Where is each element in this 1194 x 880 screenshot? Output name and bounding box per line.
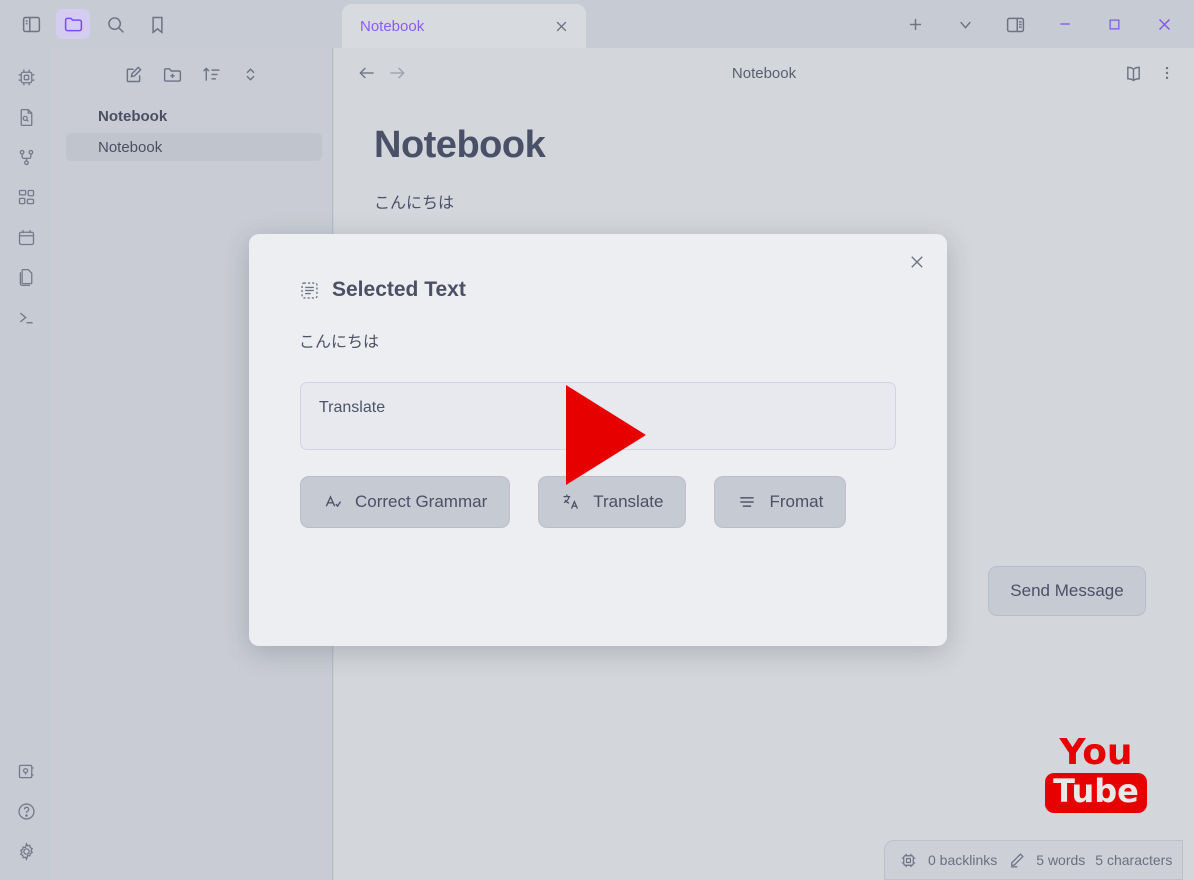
- folder-icon[interactable]: [56, 9, 90, 39]
- close-button[interactable]: [1142, 6, 1186, 42]
- character-count: 5 characters: [1095, 852, 1173, 868]
- minimize-button[interactable]: [1043, 6, 1087, 42]
- editor-header-title: Notebook: [731, 64, 797, 82]
- dialog-header: Selected Text: [249, 234, 947, 302]
- chip-icon[interactable]: [6, 62, 46, 92]
- left-rail: [0, 48, 52, 880]
- send-message-label: Send Message: [1010, 581, 1124, 600]
- file-panel-section-title: Notebook: [98, 108, 168, 125]
- dialog-title: Selected Text: [332, 278, 466, 301]
- sidebar-toggle-icon[interactable]: [14, 9, 48, 39]
- pencil-icon[interactable]: [1007, 851, 1026, 870]
- document-title: Notebook: [374, 124, 546, 166]
- document-body[interactable]: Notebook こんにちは: [334, 98, 1194, 213]
- play-cursor-annotation: [566, 385, 646, 485]
- git-branch-icon[interactable]: [6, 142, 46, 172]
- status-bar: 0 backlinks 5 words 5 characters: [884, 840, 1184, 880]
- calendar-icon[interactable]: [6, 222, 46, 252]
- chevron-down-icon[interactable]: [944, 6, 988, 42]
- youtube-tube-text: Tube: [1045, 773, 1147, 813]
- backlinks-count: 0 backlinks: [928, 852, 998, 868]
- more-options-icon[interactable]: [1158, 64, 1176, 82]
- file-item-label: Notebook: [98, 138, 163, 156]
- bookmark-icon[interactable]: [140, 9, 174, 39]
- editor-toolbar: Notebook: [334, 48, 1194, 98]
- titlebar-left-icons: [0, 0, 340, 48]
- right-sidebar-toggle-icon[interactable]: [993, 6, 1037, 42]
- collapse-expand-icon[interactable]: [240, 64, 261, 85]
- new-note-icon[interactable]: [123, 64, 144, 85]
- forward-arrow-icon[interactable]: [382, 58, 412, 88]
- dialog-close-icon[interactable]: [903, 248, 931, 276]
- file-panel-toolbar: [52, 48, 332, 100]
- send-message-button[interactable]: Send Message: [988, 566, 1146, 616]
- new-folder-icon[interactable]: [162, 64, 183, 85]
- tab-strip: Notebook: [340, 0, 894, 48]
- file-list-item-notebook[interactable]: Notebook: [66, 133, 322, 161]
- format-label: Fromat: [769, 492, 824, 511]
- correct-grammar-label: Correct Grammar: [355, 492, 488, 511]
- documents-icon[interactable]: [6, 262, 46, 292]
- back-arrow-icon[interactable]: [352, 58, 382, 88]
- settings-gear-icon[interactable]: [6, 836, 46, 866]
- youtube-you-text: You: [1059, 732, 1133, 773]
- translate-icon: [561, 492, 581, 512]
- rail-bottom-group: [6, 756, 46, 880]
- sort-icon[interactable]: [201, 64, 222, 85]
- format-lines-icon: [737, 492, 757, 512]
- format-button[interactable]: Fromat: [714, 476, 847, 528]
- title-bar: Notebook: [0, 0, 1194, 48]
- youtube-watermark: You Tube: [1045, 732, 1147, 813]
- terminal-icon[interactable]: [6, 302, 46, 332]
- document-search-icon[interactable]: [6, 102, 46, 132]
- chip-status-icon[interactable]: [899, 851, 918, 870]
- tab-notebook[interactable]: Notebook: [342, 4, 586, 48]
- maximize-button[interactable]: [1093, 6, 1137, 42]
- translate-label: Translate: [593, 492, 664, 511]
- search-icon[interactable]: [98, 9, 132, 39]
- help-icon[interactable]: [6, 796, 46, 826]
- app-window: Notebook Notebook Notebook Notebook Note…: [0, 0, 1194, 880]
- prompt-input-value: Translate: [319, 399, 386, 416]
- editor-toolbar-right: [1123, 63, 1176, 84]
- selected-text-icon: [299, 280, 320, 301]
- correct-grammar-button[interactable]: Correct Grammar: [300, 476, 511, 528]
- book-icon[interactable]: [1123, 63, 1144, 84]
- grammar-check-icon: [323, 492, 343, 512]
- grid-icon[interactable]: [6, 182, 46, 212]
- word-count: 5 words: [1036, 852, 1086, 868]
- selected-text-snippet: こんにちは: [299, 334, 380, 351]
- window-controls: [894, 0, 1194, 48]
- new-tab-button[interactable]: [894, 6, 938, 42]
- close-icon[interactable]: [550, 15, 572, 37]
- vault-icon[interactable]: [6, 756, 46, 786]
- tab-label: Notebook: [360, 17, 425, 35]
- document-paragraph: こんにちは: [374, 195, 455, 212]
- rail-top-group: [6, 48, 46, 332]
